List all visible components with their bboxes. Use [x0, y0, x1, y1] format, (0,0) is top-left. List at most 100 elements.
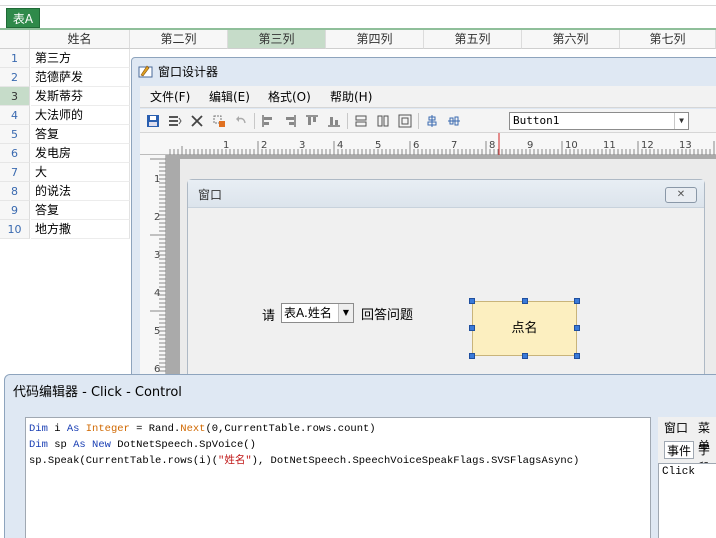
ruler-label: 2 — [154, 212, 160, 223]
designer-title: 窗口设计器 — [158, 65, 219, 79]
menu-format[interactable]: 格式(O) — [268, 89, 311, 105]
column-header-4[interactable]: 第四列 — [326, 30, 424, 49]
column-header-2[interactable]: 第二列 — [130, 30, 228, 49]
align-right-icon[interactable] — [281, 112, 299, 130]
selection-handle[interactable] — [522, 353, 528, 359]
control-select-value: Button1 — [513, 114, 560, 127]
designer-menubar: 文件(F) 编辑(E) 格式(O) 帮助(H) — [140, 86, 716, 108]
vertical-ruler: 123456 — [140, 155, 166, 388]
row-number[interactable]: 4 — [0, 106, 30, 125]
column-header-5[interactable]: 第五列 — [424, 30, 522, 49]
name-combobox[interactable]: 表A.姓名 ▼ — [281, 303, 354, 323]
ruler-label: 4 — [337, 140, 343, 151]
cell-name[interactable]: 发电房 — [31, 144, 130, 163]
code-editor-title[interactable]: 代码编辑器 - Click - Control — [13, 381, 182, 400]
undo-icon[interactable] — [232, 112, 250, 130]
row-number[interactable]: 5 — [0, 125, 30, 144]
code-line-3: sp.Speak(CurrentTable.rows(i)("姓名"), Dot… — [29, 455, 580, 467]
center-horizontal-icon[interactable] — [445, 112, 463, 130]
row-number[interactable]: 10 — [0, 220, 30, 239]
ruler-label: 2 — [261, 140, 267, 151]
selection-handle[interactable] — [574, 325, 580, 331]
align-top-icon[interactable] — [303, 112, 321, 130]
ruler-label: 13 — [679, 140, 692, 151]
ruler-label: 4 — [154, 288, 160, 299]
ruler-label: 3 — [299, 140, 305, 151]
row-number[interactable]: 7 — [0, 163, 30, 182]
control-select-dropdown[interactable]: Button1 ▼ — [509, 112, 689, 130]
column-header-name[interactable]: 姓名 — [30, 30, 130, 49]
ruler-label: 1 — [154, 174, 160, 185]
same-size-icon[interactable] — [396, 112, 414, 130]
cell-name[interactable]: 发斯蒂芬 — [31, 87, 130, 106]
designer-app-icon — [138, 64, 154, 78]
ruler-label: 5 — [375, 140, 381, 151]
toolbar-separator — [254, 113, 255, 129]
chevron-down-icon[interactable]: ▼ — [338, 304, 353, 322]
cell-name[interactable]: 答复 — [31, 201, 130, 220]
row-number[interactable]: 9 — [0, 201, 30, 220]
ruler-label: 6 — [413, 140, 419, 151]
column-header-7[interactable]: 第七列 — [620, 30, 716, 49]
same-height-icon[interactable] — [374, 112, 392, 130]
selection-handle[interactable] — [574, 298, 580, 304]
menu-edit[interactable]: 编辑(E) — [209, 89, 250, 105]
row-number[interactable]: 2 — [0, 68, 30, 87]
row-number[interactable]: 1 — [0, 49, 30, 68]
ruler-label: 1 — [223, 140, 229, 151]
form-title: 窗口 — [198, 188, 223, 202]
event-list: Click — [658, 463, 716, 538]
align-bottom-icon[interactable] — [325, 112, 343, 130]
ruler-label: 7 — [451, 140, 457, 151]
code-line-2: Dim sp As New DotNetSpeech.SpVoice() — [29, 439, 256, 451]
tab-window[interactable]: 窗口 — [664, 419, 688, 437]
selection-handle[interactable] — [574, 353, 580, 359]
ruler-label: 12 — [641, 140, 654, 151]
window-designer: 窗口设计器 文件(F) 编辑(E) 格式(O) 帮助(H) Button1 ▼ … — [131, 57, 716, 388]
code-editor-window: 代码编辑器 - Click - Control Dim i As Integer… — [4, 374, 716, 538]
tab-events[interactable]: 事件 — [664, 441, 695, 459]
menu-file[interactable]: 文件(F) — [150, 89, 190, 105]
close-icon[interactable]: ✕ — [665, 187, 697, 203]
ruler-label: 5 — [154, 326, 160, 337]
cell-name[interactable]: 的说法 — [31, 182, 130, 201]
tab-menu[interactable]: 菜单 — [698, 419, 716, 453]
selection-handle[interactable] — [469, 298, 475, 304]
corner-cell[interactable] — [0, 30, 30, 49]
copy-format-icon[interactable] — [210, 112, 228, 130]
right-panel: 窗口 菜单 事件 字段 Click — [658, 417, 716, 538]
chevron-down-icon[interactable]: ▼ — [674, 113, 688, 129]
cell-name[interactable]: 第三方 — [31, 49, 130, 68]
designed-form[interactable]: 窗口 ✕ 请 表A.姓名 ▼ 回答问题 点名 — [187, 179, 705, 388]
ruler-label: 9 — [527, 140, 533, 151]
cell-name[interactable]: 答复 — [31, 125, 130, 144]
selection-handle[interactable] — [522, 298, 528, 304]
delete-icon[interactable] — [188, 112, 206, 130]
name-combobox-value: 表A.姓名 — [284, 306, 332, 320]
same-width-icon[interactable] — [352, 112, 370, 130]
center-vertical-icon[interactable] — [423, 112, 441, 130]
cell-name[interactable]: 大法师的 — [31, 106, 130, 125]
roll-call-button[interactable]: 点名 — [472, 301, 577, 356]
align-left-icon[interactable] — [259, 112, 277, 130]
row-number[interactable]: 3 — [0, 87, 30, 106]
sheet-tab[interactable]: 表A — [6, 8, 40, 28]
properties-icon[interactable] — [166, 112, 184, 130]
row-number[interactable]: 6 — [0, 144, 30, 163]
form-title-bar[interactable]: 窗口 ✕ — [188, 180, 704, 208]
cell-name[interactable]: 范德萨发 — [31, 68, 130, 87]
row-number[interactable]: 8 — [0, 182, 30, 201]
menu-help[interactable]: 帮助(H) — [330, 89, 372, 105]
event-item-click[interactable]: Click — [662, 466, 716, 478]
cell-name[interactable]: 地方撒 — [31, 220, 130, 239]
code-text-area[interactable]: Dim i As Integer = Rand.Next(0,CurrentTa… — [25, 417, 651, 538]
save-icon[interactable] — [144, 112, 162, 130]
selection-handle[interactable] — [469, 325, 475, 331]
column-header-6[interactable]: 第六列 — [522, 30, 620, 49]
designer-title-bar[interactable]: 窗口设计器 — [138, 62, 218, 82]
code-line-1: Dim i As Integer = Rand.Next(0,CurrentTa… — [29, 423, 376, 435]
tab-fields[interactable]: 字段 — [698, 441, 716, 475]
cell-name[interactable]: 大 — [31, 163, 130, 182]
selection-handle[interactable] — [469, 353, 475, 359]
column-header-3[interactable]: 第三列 — [228, 30, 326, 49]
